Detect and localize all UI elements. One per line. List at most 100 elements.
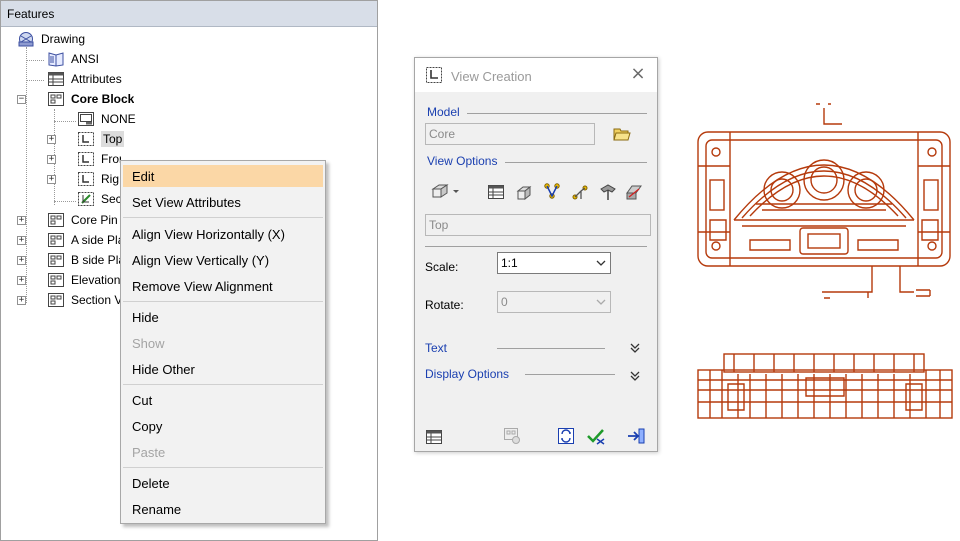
menu-item-remove-alignment[interactable]: Remove View Alignment (123, 275, 323, 297)
display-options-group-label[interactable]: Display Options (425, 367, 509, 381)
tree-item-label: A side Pla (71, 233, 121, 247)
tree-item-top[interactable]: Top (77, 129, 125, 149)
preview-icon (503, 427, 521, 445)
tree-item-label: B side Pla (71, 253, 121, 267)
collapse-toggle[interactable]: − (17, 95, 26, 104)
open-folder-icon[interactable] (613, 125, 631, 143)
model-field[interactable]: Core (425, 123, 595, 145)
features-header: Features (1, 1, 377, 27)
menu-item-rename[interactable]: Rename (123, 498, 323, 520)
expand-chevron-icon[interactable] (629, 342, 641, 354)
ok-check-icon[interactable] (587, 427, 605, 445)
dialog-titlebar[interactable]: View Creation × (415, 58, 657, 92)
tree-item-label: Drawing (41, 32, 86, 46)
tree-item-drawing[interactable]: Drawing (17, 29, 85, 49)
menu-item-show: Show (132, 336, 165, 351)
menu-item-align-horizontally[interactable]: Align View Horizontally (X) (123, 223, 323, 245)
tree-item-label: ANSI (71, 52, 100, 66)
expand-toggle[interactable]: + (47, 155, 56, 164)
tree-item-label: Elevation (71, 273, 121, 287)
tree-item-core-pin[interactable]: Core Pin (47, 210, 121, 230)
menu-item-align-vertically[interactable]: Align View Vertically (Y) (123, 249, 323, 271)
menu-item-cut[interactable]: Cut (123, 389, 323, 411)
view-icon (77, 171, 95, 187)
menu-item-set-view-attributes[interactable]: Set View Attributes (123, 191, 323, 213)
auxiliary-view-icon[interactable] (571, 183, 589, 201)
expand-toggle[interactable]: + (17, 236, 26, 245)
tree-item-right[interactable]: Rig (77, 169, 121, 189)
menu-separator (123, 217, 323, 218)
tree-item-attributes[interactable]: Attributes (47, 69, 122, 89)
front-view-drawing[interactable] (694, 350, 956, 422)
table-view-icon[interactable] (487, 183, 505, 201)
sheet-icon (47, 212, 65, 228)
tree-item-front[interactable]: Front (77, 149, 121, 169)
tree-item-a-side-plate[interactable]: A side Pla (47, 230, 121, 250)
model-group-label: Model (427, 105, 460, 119)
menu-separator (123, 301, 323, 302)
sheet-icon (47, 272, 65, 288)
tree-item-section[interactable]: Sec (77, 189, 121, 209)
tree-item-none[interactable]: NONE (77, 109, 136, 129)
tree-item-label: Core Pin (71, 213, 118, 227)
view-name-field[interactable]: Top (425, 214, 651, 236)
tree-item-core-block[interactable]: Core Block (47, 89, 134, 109)
close-icon[interactable]: × (629, 65, 647, 83)
tree-item-label: Front (101, 152, 121, 166)
sheet-icon (47, 232, 65, 248)
tree-item-label: Section V (71, 293, 121, 307)
sheet-icon (47, 292, 65, 308)
menu-item-delete[interactable]: Delete (123, 472, 323, 494)
view-creation-dialog: View Creation × Model Core View Options … (414, 57, 658, 452)
menu-item-paste: Paste (132, 445, 166, 460)
apply-icon[interactable] (557, 427, 575, 445)
menu-item-hide-other[interactable]: Hide Other (123, 358, 323, 380)
tree-item-label: Top (101, 131, 125, 147)
tree-item-label: Core Block (71, 92, 135, 106)
view-orientation-dropdown[interactable] (431, 182, 461, 200)
expand-chevron-icon[interactable] (629, 370, 641, 382)
tree-item-b-side-plate[interactable]: B side Pla (47, 250, 121, 270)
book-icon (47, 51, 65, 67)
top-view-drawing[interactable] (690, 100, 956, 312)
tree-item-ansi[interactable]: ANSI (47, 49, 99, 69)
exit-icon[interactable] (627, 427, 645, 445)
chevron-down-icon (595, 296, 607, 311)
expand-toggle[interactable]: + (17, 276, 26, 285)
expand-toggle[interactable]: + (47, 175, 56, 184)
stacked-views-icon[interactable] (515, 183, 533, 201)
tree-item-elevation[interactable]: Elevation (47, 270, 121, 290)
scale-value: 1:1 (501, 256, 518, 270)
expand-toggle[interactable]: + (17, 256, 26, 265)
tree-item-label: NONE (101, 112, 136, 126)
attributes-table-icon[interactable] (425, 428, 443, 446)
scale-select[interactable]: 1:1 (497, 252, 611, 274)
tree-item-section-view[interactable]: Section V (47, 290, 121, 310)
rotate-label: Rotate: (425, 298, 464, 312)
projected-view-icon[interactable] (543, 182, 561, 200)
text-group-label[interactable]: Text (425, 341, 447, 355)
dialog-title: View Creation (451, 69, 532, 84)
view-options-group-label: View Options (427, 154, 498, 168)
detail-view-icon[interactable] (599, 183, 617, 201)
view-icon (77, 151, 95, 167)
section-view-icon (77, 191, 95, 207)
menu-item-copy[interactable]: Copy (123, 415, 323, 437)
menu-item-edit[interactable]: Edit (123, 165, 323, 187)
menu-separator (123, 384, 323, 385)
section-view-icon[interactable] (625, 183, 643, 201)
tree-item-label: Rig (101, 172, 120, 186)
tree-item-label: Sec (101, 192, 121, 206)
expand-toggle[interactable]: + (47, 135, 56, 144)
rotate-select: 0 (497, 291, 611, 313)
context-menu: Edit Set View Attributes Align View Hori… (120, 160, 326, 524)
attributes-table-icon (47, 71, 65, 87)
sheet-icon (47, 91, 65, 107)
expand-toggle[interactable]: + (17, 296, 26, 305)
rotate-value: 0 (501, 295, 508, 309)
menu-item-hide[interactable]: Hide (123, 306, 323, 328)
chevron-down-icon (595, 257, 607, 272)
view-icon (77, 131, 95, 147)
view-creation-icon (425, 66, 443, 84)
expand-toggle[interactable]: + (17, 216, 26, 225)
